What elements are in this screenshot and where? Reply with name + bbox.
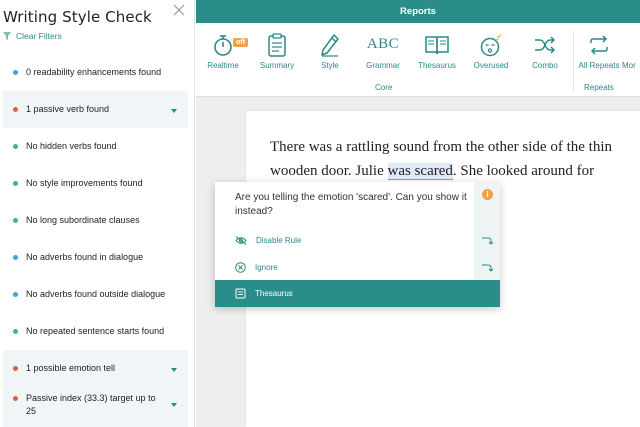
chevron-down-icon[interactable] bbox=[171, 109, 177, 113]
status-dot bbox=[13, 366, 18, 371]
tool-label: Thesaurus bbox=[418, 61, 456, 70]
sleepy-face-icon: z z bbox=[480, 33, 502, 56]
sidebar-item-label: No adverbs found outside dialogue bbox=[26, 289, 166, 299]
sidebar-item-adverbs-dialogue[interactable]: No adverbs found in dialogue bbox=[3, 239, 188, 276]
status-dot bbox=[13, 329, 18, 334]
status-dot bbox=[13, 181, 18, 186]
status-dot bbox=[13, 218, 18, 223]
close-icon[interactable] bbox=[172, 3, 186, 17]
ignore-button[interactable]: Ignore bbox=[215, 254, 474, 281]
book-icon bbox=[425, 35, 449, 54]
tool-label: Summary bbox=[259, 61, 295, 70]
highlighted-phrase[interactable]: was scared bbox=[387, 163, 453, 180]
chevron-down-icon[interactable] bbox=[171, 368, 177, 372]
reports-header: Reports bbox=[196, 0, 640, 23]
repeat-icon bbox=[590, 34, 608, 55]
clipboard-icon bbox=[268, 32, 286, 57]
tool-label: Overused bbox=[473, 61, 509, 70]
filter-icon bbox=[3, 32, 11, 40]
stopwatch-icon bbox=[214, 34, 232, 56]
sidebar-item-label: Passive index (33.3) target up to 25 bbox=[26, 393, 156, 416]
tool-combo[interactable]: Combo bbox=[518, 31, 572, 70]
sidebar-title: Writing Style Check bbox=[3, 8, 152, 26]
status-dot bbox=[13, 70, 18, 75]
tool-thesaurus[interactable]: Thesaurus bbox=[410, 31, 464, 70]
tool-grammar[interactable]: ABC Grammar bbox=[356, 31, 410, 70]
thesaurus-label: Thesaurus bbox=[255, 289, 293, 298]
sidebar-item-readability[interactable]: 0 readability enhancements found bbox=[3, 54, 188, 91]
app: Writing Style Check Clear Filters 0 read… bbox=[0, 0, 640, 427]
status-dot bbox=[13, 292, 18, 297]
tool-label: Style bbox=[321, 61, 339, 70]
arrow-icon[interactable] bbox=[481, 237, 493, 245]
sidebar-item-label: No long subordinate clauses bbox=[26, 215, 140, 225]
sidebar-item-label: 1 possible emotion tell bbox=[26, 363, 116, 373]
group-label-core: Core bbox=[375, 83, 393, 92]
disable-rule-label: Disable Rule bbox=[256, 236, 302, 245]
sidebar-item-subordinate-clauses[interactable]: No long subordinate clauses bbox=[3, 202, 188, 239]
suggestion-popup: Are you telling the emotion 'scared'. Ca… bbox=[215, 182, 500, 307]
tool-label: Realtime bbox=[207, 61, 239, 70]
sidebar-item-passive-index[interactable]: Passive index (33.3) target up to 25 bbox=[3, 387, 188, 427]
tool-overused[interactable]: z z Overused bbox=[464, 31, 518, 71]
ignore-label: Ignore bbox=[255, 263, 278, 272]
sidebar: Writing Style Check Clear Filters 0 read… bbox=[0, 0, 195, 427]
sidebar-item-adverbs-outside[interactable]: No adverbs found outside dialogue bbox=[3, 276, 188, 313]
shuffle-icon bbox=[535, 35, 556, 54]
tool-label: Grammar bbox=[366, 61, 400, 70]
sidebar-item-label: No style improvements found bbox=[26, 178, 143, 188]
sidebar-item-emotion-tells[interactable]: 1 possible emotion tell bbox=[3, 350, 188, 387]
disable-rule-button[interactable]: Disable Rule bbox=[215, 227, 474, 254]
off-badge: off bbox=[233, 38, 248, 47]
sidebar-item-style-improvements[interactable]: No style improvements found bbox=[3, 165, 188, 202]
circle-x-icon bbox=[235, 262, 246, 273]
sidebar-report-list: 0 readability enhancements found 1 passi… bbox=[3, 54, 188, 427]
eye-off-icon bbox=[235, 236, 247, 245]
info-icon[interactable]: i bbox=[482, 189, 493, 200]
status-dot bbox=[13, 144, 18, 149]
clear-filters-button[interactable]: Clear Filters bbox=[3, 31, 62, 41]
sidebar-item-label: No hidden verbs found bbox=[26, 141, 117, 151]
status-dot bbox=[13, 107, 18, 112]
tool-style[interactable]: Style bbox=[303, 31, 357, 70]
svg-text:z: z bbox=[499, 33, 502, 39]
sidebar-item-passive-verbs[interactable]: 1 passive verb found bbox=[3, 91, 188, 128]
tool-label: Mor bbox=[622, 61, 636, 70]
chevron-down-icon[interactable] bbox=[171, 403, 177, 407]
tool-more[interactable]: Mor bbox=[622, 31, 640, 70]
pen-icon bbox=[321, 33, 339, 57]
status-dot bbox=[13, 255, 18, 260]
abc-check-icon: ABC bbox=[366, 36, 400, 52]
sidebar-item-label: 1 passive verb found bbox=[26, 104, 110, 114]
reports-toolbar: Realtime off Summary Style ABC Grammar T… bbox=[196, 23, 640, 97]
arrow-icon[interactable] bbox=[481, 264, 493, 272]
book-icon bbox=[235, 288, 246, 299]
tool-label: All Repeats bbox=[578, 61, 620, 70]
popup-side-strip: i bbox=[474, 182, 500, 280]
sidebar-item-label: 0 readability enhancements found bbox=[26, 67, 162, 77]
sidebar-item-label: No adverbs found in dialogue bbox=[26, 252, 144, 262]
tool-summary[interactable]: Summary bbox=[250, 31, 304, 70]
sidebar-item-label: No repeated sentence starts found bbox=[26, 326, 165, 336]
sidebar-item-sentence-starts[interactable]: No repeated sentence starts found bbox=[3, 313, 188, 350]
tool-all-repeats[interactable]: All Repeats bbox=[572, 31, 626, 70]
clear-filters-label: Clear Filters bbox=[16, 31, 62, 41]
suggestion-message: Are you telling the emotion 'scared'. Ca… bbox=[235, 192, 467, 217]
sidebar-item-hidden-verbs[interactable]: No hidden verbs found bbox=[3, 128, 188, 165]
tool-label: Combo bbox=[532, 61, 558, 70]
tool-realtime[interactable]: Realtime off bbox=[196, 31, 250, 70]
thesaurus-button[interactable]: Thesaurus bbox=[215, 280, 500, 307]
group-label-repeats: Repeats bbox=[584, 83, 614, 92]
